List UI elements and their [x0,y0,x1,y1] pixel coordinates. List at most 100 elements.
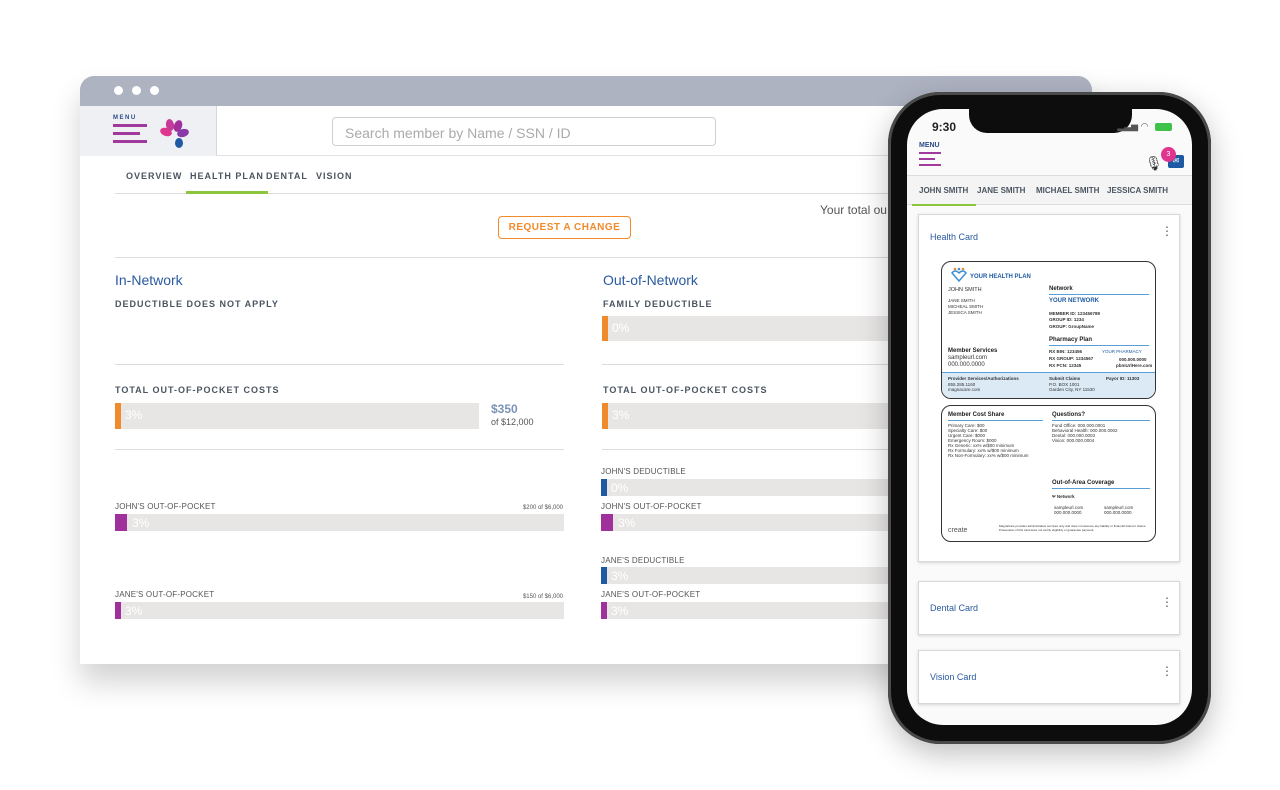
provider-services-url: magnacare.com [948,387,981,392]
group-id: GROUP ID: 1234 [1049,317,1084,322]
progress-percent: 3% [125,408,143,422]
hamburger-menu-icon[interactable] [113,124,147,148]
jane-deductible-bar: 3% [601,567,901,584]
pharmacy-name: YOUR PHARMACY [1102,349,1142,354]
menu-label[interactable]: MENU [113,115,137,121]
more-options-icon[interactable]: ⋮ [1161,596,1173,608]
question-contact: Vision: 000.000.0004 [1052,438,1095,443]
rx-pcn: RX PCN: 12345 [1049,363,1082,368]
progress-percent: 3% [611,604,629,618]
brand-flower-logo-icon [160,119,189,148]
member-deductible-label: JOHN'S DEDUCTIBLE [601,467,686,476]
divider [602,449,902,450]
member-tab[interactable]: MICHAEL SMITH [1036,186,1099,195]
window-dot-icon [114,86,123,95]
family-deductible-label: FAMILY DEDUCTIBLE [603,299,713,309]
divider [1052,420,1150,421]
divider [948,420,1043,421]
member-tabs: JOHN SMITH JANE SMITH MICHAEL SMITH JESS… [907,175,1192,206]
member-tab[interactable]: JOHN SMITH [911,186,977,206]
phone-notch [969,109,1132,133]
cost-share-item: Rx Non-Formulary: xx% w/$00 minimum [948,453,1029,458]
progress-percent: 0% [611,481,629,495]
in-network-title: In-Network [115,272,183,288]
divider [115,449,564,450]
progress-fill [601,514,613,531]
progress-fill [115,514,127,531]
phone-device: 9:30 ▂▃▅ ◠ MENU 🎙 ✉ 3 JOHN SMITH JANE SM… [888,92,1211,744]
card-title[interactable]: Vision Card [930,672,976,682]
group-name: GROUP: GroupName [1049,324,1095,329]
member-services-url: sampleurl.com [948,355,988,361]
member-services-phone: 000.000.0000 [948,362,985,368]
progress-fill [602,403,608,429]
member-tab[interactable]: JANE SMITH [977,186,1025,195]
more-options-icon[interactable]: ⋮ [1161,225,1173,237]
member-search-input[interactable]: Search member by Name / SSN / ID [332,117,716,146]
pharmacy-url: pbmUrlHere.com [1116,363,1153,368]
john-deductible-bar: 0% [601,479,901,496]
progress-fill [115,403,121,429]
divider [1049,294,1149,295]
divider [115,364,564,365]
id-card-front[interactable]: YOUR HEALTH PLAN JOHN SMITH JANE SMITH M… [941,261,1156,399]
ooa-heading: Out-of-Area Coverage [1052,480,1115,486]
jane-oop-bar: 3% [115,602,564,619]
notification-badge: 3 [1161,147,1176,162]
in-network-oop-max: of $12,000 [491,417,534,427]
family-deductible-bar: 0% [602,316,902,341]
out-network-title: Out-of-Network [603,272,698,288]
in-network-oop-amount: $350 [491,402,518,416]
tab-vision[interactable]: VISION [316,171,353,181]
progress-percent: 3% [125,604,143,618]
dental-card-panel[interactable]: Dental Card ⋮ [918,581,1180,635]
member-oop-label: JOHN'S OUT-OF-POCKET [115,502,216,511]
divider [602,364,902,365]
member-oop-label: JANE'S OUT-OF-POCKET [115,590,215,599]
member-oop-label: JANE'S OUT-OF-POCKET [601,590,701,599]
tab-health-plan[interactable]: HEALTH PLAN [186,171,268,194]
out-network-total-oop-bar: 3% [602,403,902,429]
progress-fill [601,479,607,496]
card-title[interactable]: Dental Card [930,603,978,613]
network-name: YOUR NETWORK [1049,298,1099,304]
john-oop-bar-out: 3% [601,514,901,531]
ooa-network-label: Network [1056,494,1075,499]
tab-dental[interactable]: DENTAL [266,171,308,181]
dependent: JESSICA SMITH [948,310,982,315]
member-oop-label: JOHN'S OUT-OF-POCKET [601,502,702,511]
submit-claims-address: Garden City, NY 11530 [1049,387,1095,392]
microphone-icon[interactable]: 🎙 [1145,155,1163,172]
status-time: 9:30 [932,120,957,134]
member-oop-amount: $150 of $6,000 [522,594,563,600]
progress-percent: 3% [611,569,629,583]
id-card-back[interactable]: Member Cost Share Primary Care: $00 Spec… [941,405,1156,542]
logo-area: MENU [80,106,217,156]
menu-label[interactable]: MENU [919,142,940,149]
member-tab[interactable]: JESSICA SMITH [1107,186,1168,195]
progress-fill [115,602,121,619]
vision-card-panel[interactable]: Vision Card ⋮ [918,650,1180,704]
network-heading: Network [1049,286,1073,292]
tab-overview[interactable]: OVERVIEW [126,171,182,181]
primary-member: JOHN SMITH [948,287,982,293]
hamburger-menu-icon[interactable] [919,152,941,170]
progress-percent: 3% [618,516,636,530]
member-services-heading: Member Services [948,348,998,354]
john-oop-bar: 3% [115,514,564,531]
request-change-button[interactable]: REQUEST A CHANGE [498,216,631,239]
questions-heading: Questions? [1052,412,1086,418]
ooa-network: Ψ Network [1052,494,1075,500]
plan-name: YOUR HEALTH PLAN [970,274,1031,280]
divider [1049,345,1149,346]
more-options-icon[interactable]: ⋮ [1161,665,1173,677]
rx-bin: RX BIN: 123456 [1049,349,1083,354]
progress-percent: 0% [612,321,630,335]
divider [1052,488,1150,489]
progress-fill [601,602,607,619]
in-network-total-oop-label: TOTAL OUT-OF-POCKET COSTS [115,385,280,395]
brand-logo: create [948,527,968,534]
card-title[interactable]: Health Card [930,232,978,242]
ooa-phone: 000.000.0000 [1104,510,1132,515]
member-oop-amount: $200 of $6,000 [522,505,563,511]
